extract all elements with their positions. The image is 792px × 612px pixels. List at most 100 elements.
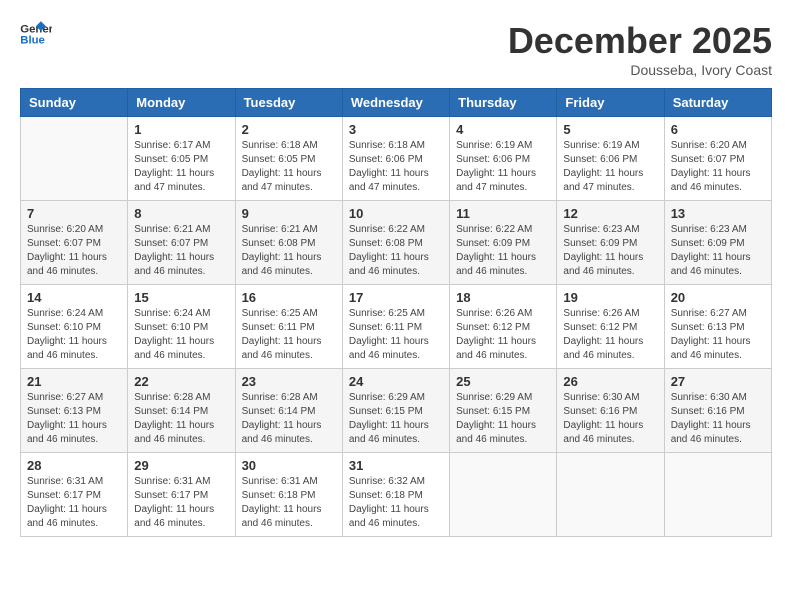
weekday-header-tuesday: Tuesday <box>235 89 342 117</box>
day-info: Sunrise: 6:19 AMSunset: 6:06 PMDaylight:… <box>456 139 550 195</box>
day-info: Sunrise: 6:23 AMSunset: 6:09 PMDaylight:… <box>563 223 657 279</box>
day-info: Sunrise: 6:31 AMSunset: 6:17 PMDaylight:… <box>27 475 121 531</box>
day-info: Sunrise: 6:18 AMSunset: 6:06 PMDaylight:… <box>349 139 443 195</box>
calendar-day-cell: 25 Sunrise: 6:29 AMSunset: 6:15 PMDayligh… <box>450 369 557 453</box>
calendar-week-1: 1 Sunrise: 6:17 AMSunset: 6:05 PMDaylight… <box>21 117 772 201</box>
day-number: 12 <box>563 206 657 221</box>
day-number: 30 <box>242 458 336 473</box>
weekday-header-friday: Friday <box>557 89 664 117</box>
calendar-day-cell: 11 Sunrise: 6:22 AMSunset: 6:09 PMDayligh… <box>450 201 557 285</box>
day-info: Sunrise: 6:22 AMSunset: 6:08 PMDaylight:… <box>349 223 443 279</box>
weekday-header-wednesday: Wednesday <box>342 89 449 117</box>
calendar-day-cell: 26Sunrise: 6:30 AMSunset: 6:16 PMDayligh… <box>557 369 664 453</box>
day-info: Sunrise: 6:20 AMSunset: 6:07 PMDaylight:… <box>671 139 765 195</box>
day-number: 18 <box>456 290 550 305</box>
day-info: Sunrise: 6:24 AMSunset: 6:10 PMDaylight:… <box>27 307 121 363</box>
day-number: 11 <box>456 206 550 221</box>
day-info: Sunrise: 6:30 AMSunset: 6:16 PMDaylight:… <box>671 391 765 447</box>
calendar-day-cell <box>450 453 557 537</box>
day-info: Sunrise: 6:19 AMSunset: 6:06 PMDaylight:… <box>563 139 657 195</box>
day-info: Sunrise: 6:24 AMSunset: 6:10 PMDaylight:… <box>134 307 228 363</box>
day-number: 3 <box>349 122 443 137</box>
calendar-week-2: 7Sunrise: 6:20 AMSunset: 6:07 PMDaylight… <box>21 201 772 285</box>
day-number: 31 <box>349 458 443 473</box>
day-number: 27 <box>671 374 765 389</box>
svg-text:General: General <box>20 23 52 35</box>
calendar-day-cell: 22Sunrise: 6:28 AMSunset: 6:14 PMDayligh… <box>128 369 235 453</box>
day-number: 2 <box>242 122 336 137</box>
calendar-day-cell: 5 Sunrise: 6:19 AMSunset: 6:06 PMDaylight… <box>557 117 664 201</box>
calendar-day-cell: 1 Sunrise: 6:17 AMSunset: 6:05 PMDaylight… <box>128 117 235 201</box>
weekday-header-monday: Monday <box>128 89 235 117</box>
day-info: Sunrise: 6:17 AMSunset: 6:05 PMDaylight:… <box>134 139 228 195</box>
day-info: Sunrise: 6:25 AMSunset: 6:11 PMDaylight:… <box>349 307 443 363</box>
calendar-week-4: 21 Sunrise: 6:27 AMSunset: 6:13 PMDayligh… <box>21 369 772 453</box>
calendar-day-cell: 20 Sunrise: 6:27 AMSunset: 6:13 PMDayligh… <box>664 285 771 369</box>
month-year-title: December 2025 <box>508 20 772 62</box>
calendar-table: SundayMondayTuesdayWednesdayThursdayFrid… <box>20 88 772 537</box>
calendar-day-cell: 8Sunrise: 6:21 AMSunset: 6:07 PMDaylight… <box>128 201 235 285</box>
page-header: General Blue December 2025 Dousseba, Ivo… <box>20 20 772 78</box>
day-number: 25 <box>456 374 550 389</box>
calendar-day-cell: 23Sunrise: 6:28 AMSunset: 6:14 PMDayligh… <box>235 369 342 453</box>
calendar-day-cell: 15 Sunrise: 6:24 AMSunset: 6:10 PMDayligh… <box>128 285 235 369</box>
day-info: Sunrise: 6:18 AMSunset: 6:05 PMDaylight:… <box>242 139 336 195</box>
day-info: Sunrise: 6:26 AMSunset: 6:12 PMDaylight:… <box>563 307 657 363</box>
day-info: Sunrise: 6:32 AMSunset: 6:18 PMDaylight:… <box>349 475 443 531</box>
calendar-day-cell: 16 Sunrise: 6:25 AMSunset: 6:11 PMDayligh… <box>235 285 342 369</box>
day-info: Sunrise: 6:27 AMSunset: 6:13 PMDaylight:… <box>671 307 765 363</box>
calendar-day-cell: 27 Sunrise: 6:30 AMSunset: 6:16 PMDayligh… <box>664 369 771 453</box>
logo-icon: General Blue <box>20 20 52 48</box>
calendar-day-cell: 3 Sunrise: 6:18 AMSunset: 6:06 PMDaylight… <box>342 117 449 201</box>
calendar-day-cell: 6 Sunrise: 6:20 AMSunset: 6:07 PMDaylight… <box>664 117 771 201</box>
calendar-day-cell: 29Sunrise: 6:31 AMSunset: 6:17 PMDayligh… <box>128 453 235 537</box>
day-number: 13 <box>671 206 765 221</box>
calendar-day-cell <box>664 453 771 537</box>
logo: General Blue <box>20 20 52 48</box>
day-info: Sunrise: 6:29 AMSunset: 6:15 PMDaylight:… <box>456 391 550 447</box>
calendar-day-cell: 9 Sunrise: 6:21 AMSunset: 6:08 PMDaylight… <box>235 201 342 285</box>
day-info: Sunrise: 6:22 AMSunset: 6:09 PMDaylight:… <box>456 223 550 279</box>
calendar-day-cell: 10 Sunrise: 6:22 AMSunset: 6:08 PMDayligh… <box>342 201 449 285</box>
day-number: 6 <box>671 122 765 137</box>
day-info: Sunrise: 6:31 AMSunset: 6:18 PMDaylight:… <box>242 475 336 531</box>
calendar-day-cell: 21 Sunrise: 6:27 AMSunset: 6:13 PMDayligh… <box>21 369 128 453</box>
weekday-header-thursday: Thursday <box>450 89 557 117</box>
day-number: 29 <box>134 458 228 473</box>
day-info: Sunrise: 6:26 AMSunset: 6:12 PMDaylight:… <box>456 307 550 363</box>
day-number: 10 <box>349 206 443 221</box>
weekday-header-saturday: Saturday <box>664 89 771 117</box>
calendar-day-cell: 30 Sunrise: 6:31 AMSunset: 6:18 PMDayligh… <box>235 453 342 537</box>
day-number: 16 <box>242 290 336 305</box>
day-number: 14 <box>27 290 121 305</box>
calendar-week-3: 14 Sunrise: 6:24 AMSunset: 6:10 PMDayligh… <box>21 285 772 369</box>
location-subtitle: Dousseba, Ivory Coast <box>508 62 772 78</box>
day-info: Sunrise: 6:28 AMSunset: 6:14 PMDaylight:… <box>134 391 228 447</box>
weekday-header-sunday: Sunday <box>21 89 128 117</box>
calendar-day-cell: 4Sunrise: 6:19 AMSunset: 6:06 PMDaylight… <box>450 117 557 201</box>
calendar-day-cell: 13 Sunrise: 6:23 AMSunset: 6:09 PMDayligh… <box>664 201 771 285</box>
day-info: Sunrise: 6:30 AMSunset: 6:16 PMDaylight:… <box>563 391 657 447</box>
day-number: 21 <box>27 374 121 389</box>
calendar-day-cell: 18 Sunrise: 6:26 AMSunset: 6:12 PMDayligh… <box>450 285 557 369</box>
day-number: 5 <box>563 122 657 137</box>
calendar-week-5: 28Sunrise: 6:31 AMSunset: 6:17 PMDayligh… <box>21 453 772 537</box>
day-info: Sunrise: 6:21 AMSunset: 6:08 PMDaylight:… <box>242 223 336 279</box>
day-number: 24 <box>349 374 443 389</box>
calendar-day-cell: 2 Sunrise: 6:18 AMSunset: 6:05 PMDaylight… <box>235 117 342 201</box>
day-number: 20 <box>671 290 765 305</box>
day-info: Sunrise: 6:28 AMSunset: 6:14 PMDaylight:… <box>242 391 336 447</box>
day-number: 15 <box>134 290 228 305</box>
day-number: 1 <box>134 122 228 137</box>
weekday-header-row: SundayMondayTuesdayWednesdayThursdayFrid… <box>21 89 772 117</box>
day-info: Sunrise: 6:25 AMSunset: 6:11 PMDaylight:… <box>242 307 336 363</box>
day-info: Sunrise: 6:27 AMSunset: 6:13 PMDaylight:… <box>27 391 121 447</box>
day-info: Sunrise: 6:23 AMSunset: 6:09 PMDaylight:… <box>671 223 765 279</box>
calendar-day-cell: 7Sunrise: 6:20 AMSunset: 6:07 PMDaylight… <box>21 201 128 285</box>
day-number: 9 <box>242 206 336 221</box>
calendar-day-cell: 19Sunrise: 6:26 AMSunset: 6:12 PMDayligh… <box>557 285 664 369</box>
day-info: Sunrise: 6:20 AMSunset: 6:07 PMDaylight:… <box>27 223 121 279</box>
calendar-day-cell: 31 Sunrise: 6:32 AMSunset: 6:18 PMDayligh… <box>342 453 449 537</box>
calendar-day-cell <box>557 453 664 537</box>
title-block: December 2025 Dousseba, Ivory Coast <box>508 20 772 78</box>
